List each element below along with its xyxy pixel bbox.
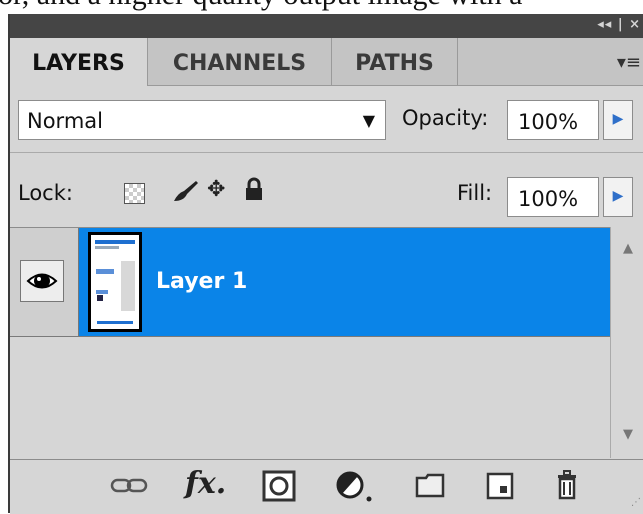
tab-channels[interactable]: CHANNELS <box>148 38 332 85</box>
eye-icon[interactable] <box>20 260 64 302</box>
panel-menu-icon[interactable]: ▾≡ <box>617 52 641 73</box>
layer-name: Layer 1 <box>156 269 248 294</box>
panel-titlebar: ◂◂ | × <box>10 14 643 38</box>
blend-mode-select[interactable]: Normal ▼ <box>18 100 386 140</box>
lock-position-move-icon[interactable]: ✥ <box>207 177 225 202</box>
group-folder-icon[interactable] <box>415 472 445 502</box>
visibility-cell <box>10 228 79 336</box>
panel-tabs: LAYERS CHANNELS PATHS ▾≡ <box>10 38 643 86</box>
trash-icon[interactable] <box>555 470 579 504</box>
cutoff-document-text: or, and a higher quality output image wi… <box>0 0 643 14</box>
layers-scrollbar[interactable]: ▲ ▼ <box>610 227 643 458</box>
fill-label: Fill: <box>457 181 493 205</box>
lock-image-pixels-brush-icon[interactable] <box>170 179 200 211</box>
resize-grip-icon[interactable]: ⋰ <box>631 497 641 508</box>
panel-bottom-toolbar: fx. ⋰ <box>10 459 643 514</box>
blend-mode-value: Normal <box>27 109 103 133</box>
scroll-down-arrow-icon[interactable]: ▼ <box>623 427 633 442</box>
new-layer-icon[interactable] <box>486 472 514 504</box>
layer-row[interactable]: Layer 1 <box>10 228 610 337</box>
collapse-close-controls[interactable]: ◂◂ | × <box>597 17 641 32</box>
fill-stepper-button[interactable]: ▶ <box>603 177 633 217</box>
fx-icon[interactable]: fx. <box>185 466 226 501</box>
lock-all-padlock-icon[interactable] <box>244 177 264 207</box>
layers-list: Layer 1 <box>10 227 610 459</box>
scroll-up-arrow-icon[interactable]: ▲ <box>623 241 633 256</box>
tab-paths[interactable]: PATHS <box>332 38 458 85</box>
fill-input[interactable]: 100% <box>507 177 599 217</box>
link-layers-icon[interactable] <box>110 476 148 500</box>
lock-transparent-pixels-icon[interactable] <box>124 183 145 204</box>
options-divider <box>10 152 643 153</box>
layers-panel: ◂◂ | × LAYERS CHANNELS PATHS ▾≡ Normal ▼… <box>8 14 643 514</box>
chevron-down-icon: ▼ <box>362 111 375 130</box>
layer-mask-icon[interactable] <box>262 470 296 506</box>
adjustment-layer-icon[interactable] <box>336 470 374 508</box>
tab-layers[interactable]: LAYERS <box>10 38 148 86</box>
opacity-label: Opacity: <box>402 106 489 130</box>
opacity-stepper-button[interactable]: ▶ <box>603 100 633 140</box>
opacity-input[interactable]: 100% <box>507 100 599 140</box>
layer-thumbnail <box>88 232 142 332</box>
lock-label: Lock: <box>18 181 73 205</box>
